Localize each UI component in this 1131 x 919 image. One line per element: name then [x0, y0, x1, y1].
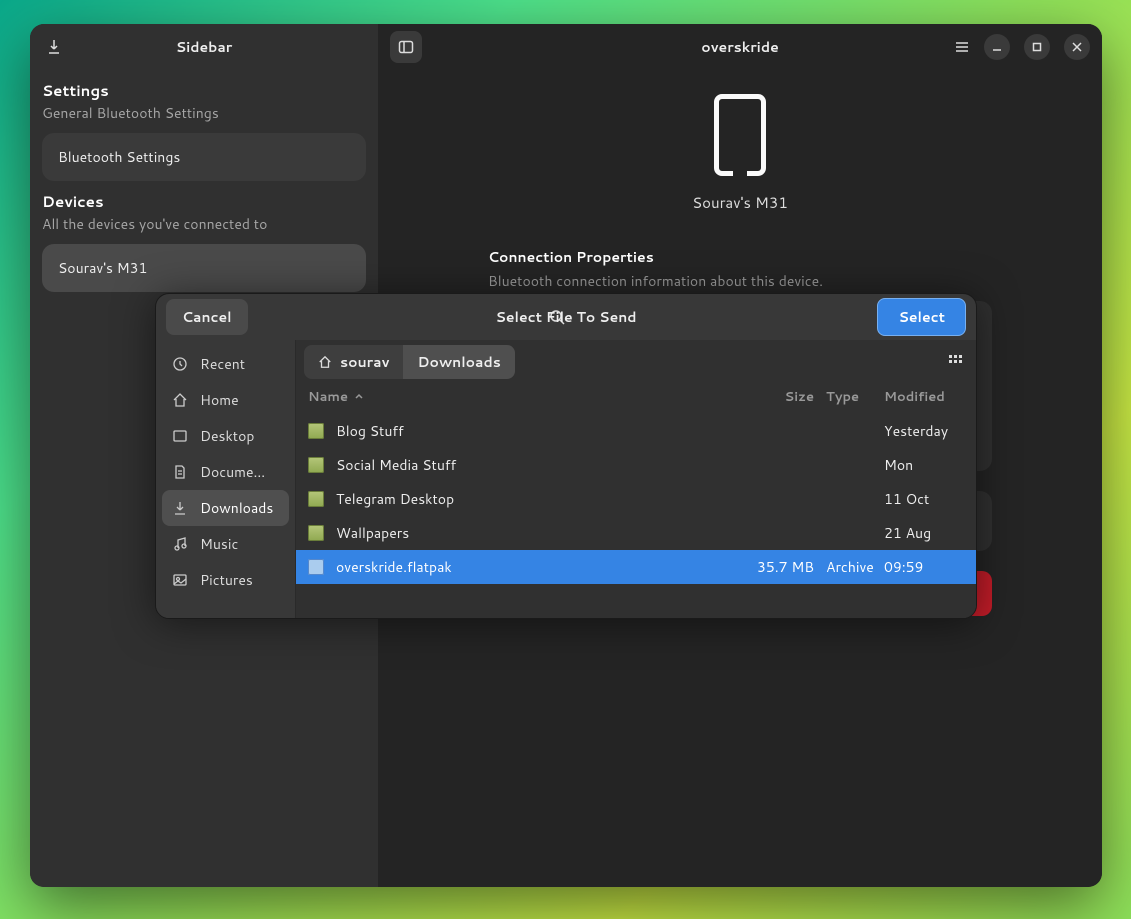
column-header-type[interactable]: Type: [814, 388, 884, 406]
place-label: Docume…: [200, 462, 265, 482]
folder-icon: [308, 525, 324, 541]
file-name: Telegram Desktop: [336, 489, 742, 509]
home-icon: [172, 392, 188, 408]
place-item-downloads[interactable]: Downloads: [162, 490, 289, 526]
dialog-title: Select File To Send: [156, 307, 976, 327]
file-list: Blog Stuff Yesterday Social Media Stuff Mon…: [296, 414, 976, 584]
file-row[interactable]: Telegram Desktop 11 Oct: [296, 482, 976, 516]
place-label: Downloads: [200, 498, 273, 518]
recent-icon: [172, 356, 188, 372]
place-label: Desktop: [200, 426, 254, 446]
file-size: 35.7 MB: [742, 557, 814, 577]
sidebar-header: Sidebar: [30, 24, 378, 70]
home-icon: [318, 355, 332, 369]
dialog-body: Recent Home Desktop Docume… Downloads Music Pi…: [156, 340, 976, 618]
toggle-sidebar-button[interactable]: [390, 31, 422, 63]
place-item-documents[interactable]: Docume…: [162, 454, 289, 490]
places-sidebar: Recent Home Desktop Docume… Downloads Music Pi…: [156, 340, 296, 618]
path-segment-downloads[interactable]: Downloads: [403, 345, 514, 379]
close-button[interactable]: [1064, 34, 1090, 60]
column-header-name[interactable]: Name: [308, 388, 742, 406]
column-header-size[interactable]: Size: [742, 388, 814, 406]
file-row[interactable]: overskride.flatpak35.7 MBArchive09:59: [296, 550, 976, 584]
place-label: Music: [200, 534, 238, 554]
sidebar-title: Sidebar: [30, 37, 378, 57]
maximize-button[interactable]: [1024, 34, 1050, 60]
phone-icon: [714, 94, 766, 176]
file-row[interactable]: Wallpapers 21 Aug: [296, 516, 976, 550]
place-item-desktop[interactable]: Desktop: [162, 418, 289, 454]
minimize-button[interactable]: [984, 34, 1010, 60]
file-modified: 09:59: [884, 557, 964, 577]
window-controls: [954, 34, 1090, 60]
devices-heading: Devices: [42, 191, 366, 212]
bluetooth-settings-item[interactable]: Bluetooth Settings: [42, 133, 366, 181]
place-item-recent[interactable]: Recent: [162, 346, 289, 382]
downloads-icon: [172, 500, 188, 516]
hamburger-menu-icon[interactable]: [954, 39, 970, 55]
folder-icon: [308, 457, 324, 473]
main-header: overskride: [378, 24, 1102, 70]
device-name-label: Sourav's M31: [692, 192, 788, 213]
path-folder-label: Downloads: [417, 352, 500, 372]
file-chooser-dialog: Cancel Select File To Send Select Recent…: [155, 293, 977, 619]
file-list-header: Name Size Type Modified: [296, 384, 976, 414]
dialog-header: Cancel Select File To Send Select: [156, 294, 976, 340]
path-user-label: sourav: [340, 352, 389, 372]
select-button[interactable]: Select: [877, 298, 966, 336]
column-header-modified[interactable]: Modified: [884, 388, 964, 406]
file-name: Wallpapers: [336, 523, 742, 543]
folder-icon: [308, 423, 324, 439]
file-name: overskride.flatpak: [336, 557, 742, 577]
place-label: Home: [200, 390, 239, 410]
connection-properties-title: Connection Properties: [488, 247, 992, 267]
file-name: Social Media Stuff: [336, 455, 742, 475]
file-row[interactable]: Social Media Stuff Mon: [296, 448, 976, 482]
pictures-icon: [172, 572, 188, 588]
connection-properties-sub: Bluetooth connection information about t…: [488, 271, 992, 291]
file-modified: Mon: [884, 455, 964, 475]
folder-icon: [308, 491, 324, 507]
file-area: sourav Downloads Name Size Type Modified…: [296, 340, 976, 618]
place-label: Pictures: [200, 570, 253, 590]
music-icon: [172, 536, 188, 552]
device-item[interactable]: Sourav's M31: [42, 244, 366, 292]
device-summary: Sourav's M31: [488, 94, 992, 213]
devices-section: Devices All the devices you've connected…: [30, 181, 378, 292]
place-item-music[interactable]: Music: [162, 526, 289, 562]
file-type: Archive: [814, 557, 884, 577]
file-name: Blog Stuff: [336, 421, 742, 441]
place-item-pictures[interactable]: Pictures: [162, 562, 289, 598]
cancel-button[interactable]: Cancel: [166, 299, 248, 335]
file-modified: Yesterday: [884, 421, 964, 441]
file-row[interactable]: Blog Stuff Yesterday: [296, 414, 976, 448]
desktop-icon: [172, 428, 188, 444]
place-item-home[interactable]: Home: [162, 382, 289, 418]
settings-heading: Settings: [42, 80, 366, 101]
devices-sub: All the devices you've connected to: [42, 214, 366, 234]
sort-asc-icon: [354, 392, 364, 402]
grid-view-icon[interactable]: [944, 350, 968, 374]
path-bar: sourav Downloads: [296, 340, 976, 384]
settings-section: Settings General Bluetooth Settings Blue…: [30, 70, 378, 181]
search-icon[interactable]: [549, 309, 565, 325]
file-icon: [308, 559, 324, 575]
place-label: Recent: [200, 354, 245, 374]
file-modified: 11 Oct: [884, 489, 964, 509]
file-modified: 21 Aug: [884, 523, 964, 543]
settings-sub: General Bluetooth Settings: [42, 103, 366, 123]
documents-icon: [172, 464, 188, 480]
path-segment-home[interactable]: sourav: [304, 345, 403, 379]
